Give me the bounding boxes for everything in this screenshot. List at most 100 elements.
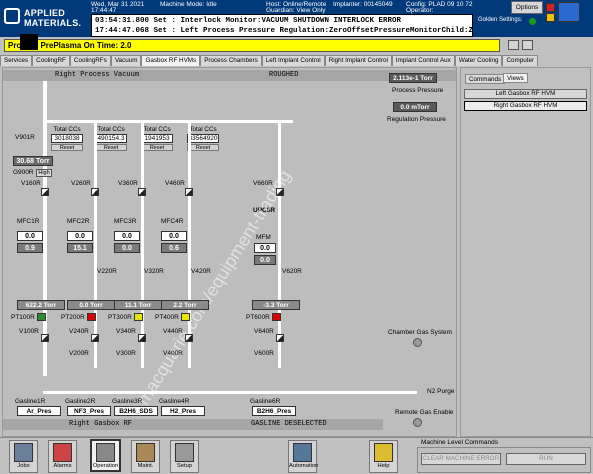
alarms-button[interactable]: Alarms bbox=[48, 440, 77, 473]
help-button[interactable]: Help bbox=[369, 440, 398, 473]
valve-top-label: V160R bbox=[21, 180, 41, 187]
mfc-flow: 0.9 bbox=[17, 243, 43, 253]
tab-left-implant-control[interactable]: Left Implant Control bbox=[261, 55, 325, 66]
gasline-pipe bbox=[188, 123, 191, 368]
valve-icon[interactable] bbox=[185, 188, 193, 196]
total-cc-label: Total CCs bbox=[189, 126, 217, 133]
tab-coolingrfs[interactable]: CoolingRFs bbox=[69, 55, 111, 66]
valve-icon[interactable] bbox=[276, 188, 284, 196]
valve-top-label: V360R bbox=[118, 180, 138, 187]
pressure-status-icon bbox=[272, 313, 281, 321]
setup-button[interactable]: Setup bbox=[170, 440, 199, 473]
reset-button[interactable]: Reset bbox=[141, 144, 173, 151]
jobs-button[interactable]: Jobs bbox=[9, 440, 38, 473]
g900-pressure-value: 30.68 Torr bbox=[13, 156, 53, 166]
run-button[interactable]: RUN bbox=[506, 453, 586, 465]
automation-button[interactable]: Automation bbox=[288, 440, 318, 473]
total-cc-label: Total CCs bbox=[143, 126, 171, 133]
reset-button[interactable]: Reset bbox=[95, 144, 127, 151]
total-cc-label: Total CCs bbox=[97, 126, 125, 133]
process-pressure-label: Process Pressure bbox=[392, 87, 444, 94]
dock-icon[interactable] bbox=[508, 40, 519, 50]
reset-button[interactable]: Reset bbox=[51, 144, 83, 151]
tab-coolingrf[interactable]: CoolingRF bbox=[32, 55, 70, 66]
setup-icon bbox=[175, 443, 194, 462]
gas-name: B2H6_Pres bbox=[252, 406, 296, 416]
total-cc-value: 3018038 bbox=[51, 134, 83, 143]
chamber-gas-system-label: Chamber Gas System bbox=[388, 329, 452, 336]
alarm-line[interactable]: 17:44:47.068 Set : Left Process Pressure… bbox=[95, 26, 472, 36]
valve-icon[interactable] bbox=[138, 188, 146, 196]
right-gasbox-rf-hvm-button[interactable]: Right Gasbox RF HVM bbox=[464, 101, 587, 111]
tab-implant-control-aux[interactable]: Implant Control Aux bbox=[391, 55, 455, 66]
remote-gas-toggle[interactable] bbox=[413, 418, 422, 427]
valve-icon[interactable] bbox=[91, 188, 99, 196]
line-pressure-value: 2.2 Torr bbox=[161, 300, 209, 310]
mfc-label: MFC1R bbox=[17, 218, 40, 225]
status-light-icon[interactable] bbox=[558, 2, 580, 22]
tab-computer[interactable]: Computer bbox=[502, 55, 539, 66]
valve-a-label: V340R bbox=[116, 328, 136, 335]
tab-vacuum[interactable]: Vacuum bbox=[110, 55, 142, 66]
mfm-setpoint: 0.0 bbox=[254, 243, 276, 253]
red-flag-icon[interactable] bbox=[546, 3, 555, 12]
yellow-flag-icon[interactable] bbox=[546, 13, 555, 22]
valve-a-label: V640R bbox=[254, 328, 274, 335]
valve-icon[interactable] bbox=[276, 334, 284, 342]
window-icon[interactable] bbox=[522, 40, 533, 50]
golden-status-icon bbox=[529, 18, 536, 25]
mfc-setpoint: 0.0 bbox=[114, 231, 140, 241]
roughed-label: ROUGHED bbox=[269, 71, 299, 79]
right-views-panel: Commands Views Left Gasbox RF HVM Right … bbox=[460, 67, 591, 437]
status-message-bar: Pro Left PrePlasma On Time: 2.0 bbox=[4, 39, 500, 52]
pressure-transducer-label: PT600R bbox=[246, 314, 270, 321]
screen-root: APPLIED MATERIALS. Wed, Mar 31 2021 17:44… bbox=[0, 0, 593, 474]
valve-icon[interactable] bbox=[185, 334, 193, 342]
valve-out-label: V420R bbox=[191, 268, 211, 275]
total-cc-counter: Total CCs 3018038 Reset bbox=[51, 126, 83, 153]
implanter-label: Implanter: 00145049 bbox=[333, 1, 393, 8]
alarm-list[interactable]: 03:54:31.800 Set : Interlock Monitor:VAC… bbox=[91, 14, 473, 37]
mfc-label: MFC4R bbox=[161, 218, 184, 225]
valve-b-label: V600R bbox=[254, 350, 274, 357]
chamber-gas-toggle[interactable] bbox=[413, 338, 422, 347]
clear-machine-error-button[interactable]: CLEAR MACHINE ERROR bbox=[421, 453, 501, 465]
remote-gas-enable-label: Remote Gas Enable bbox=[395, 409, 454, 416]
total-cc-label: Total CCs bbox=[53, 126, 81, 133]
valve-top-label: V260R bbox=[71, 180, 91, 187]
operator-label: Operator: bbox=[406, 7, 434, 14]
bottom-toolbar: Jobs Alarms Operation Maint. Setup Autom… bbox=[0, 437, 593, 474]
header-bar: APPLIED MATERIALS. Wed, Mar 31 2021 17:44… bbox=[0, 0, 593, 37]
valve-a-label: V240R bbox=[69, 328, 89, 335]
left-gasbox-rf-hvm-button[interactable]: Left Gasbox RF HVM bbox=[464, 89, 587, 99]
operation-button[interactable]: Operation bbox=[90, 439, 121, 472]
gasline-label: Gasline2R bbox=[65, 398, 96, 405]
pressure-status-icon bbox=[87, 313, 96, 321]
gasline-label: Gasline1R bbox=[15, 398, 46, 405]
tab-process-chambers[interactable]: Process Chambers bbox=[200, 55, 262, 66]
valve-icon[interactable] bbox=[138, 334, 146, 342]
tab-water-cooling[interactable]: Water Cooling bbox=[454, 55, 503, 66]
pressure-transducer-label: PT200R bbox=[61, 314, 85, 321]
regulation-pressure-label: Regulation Pressure bbox=[387, 116, 446, 123]
reset-button[interactable]: Reset bbox=[187, 144, 219, 151]
valve-icon[interactable] bbox=[41, 188, 49, 196]
gas-name: NF3_Pres bbox=[67, 406, 111, 416]
tab-services[interactable]: Services bbox=[0, 55, 33, 66]
tab-commands[interactable]: Commands bbox=[465, 74, 506, 84]
mfc-setpoint: 0.0 bbox=[17, 231, 43, 241]
maint-button[interactable]: Maint. bbox=[131, 440, 160, 473]
valve-b-label: V200R bbox=[69, 350, 89, 357]
valve-icon[interactable] bbox=[91, 334, 99, 342]
regulation-pressure-value: 0.0 mTorr bbox=[393, 102, 437, 112]
valve-icon[interactable] bbox=[41, 334, 49, 342]
tab-views[interactable]: Views bbox=[503, 73, 528, 83]
mfc-label: MFC3R bbox=[114, 218, 137, 225]
total-cc-counter: Total CCs 490154.3 Reset bbox=[95, 126, 127, 153]
alarm-line[interactable]: 03:54:31.800 Set : Interlock Monitor:VAC… bbox=[95, 16, 469, 26]
tab-right-implant-control[interactable]: Right Implant Control bbox=[324, 55, 392, 66]
machine-mode-label: Machine Mode: Idle bbox=[160, 1, 217, 8]
line-pressure-value: 622.2 Torr bbox=[17, 300, 65, 310]
options-button[interactable]: Options bbox=[511, 1, 543, 14]
tab-gasbox-rf-hvms[interactable]: Gasbox RF HVMs bbox=[141, 55, 201, 66]
